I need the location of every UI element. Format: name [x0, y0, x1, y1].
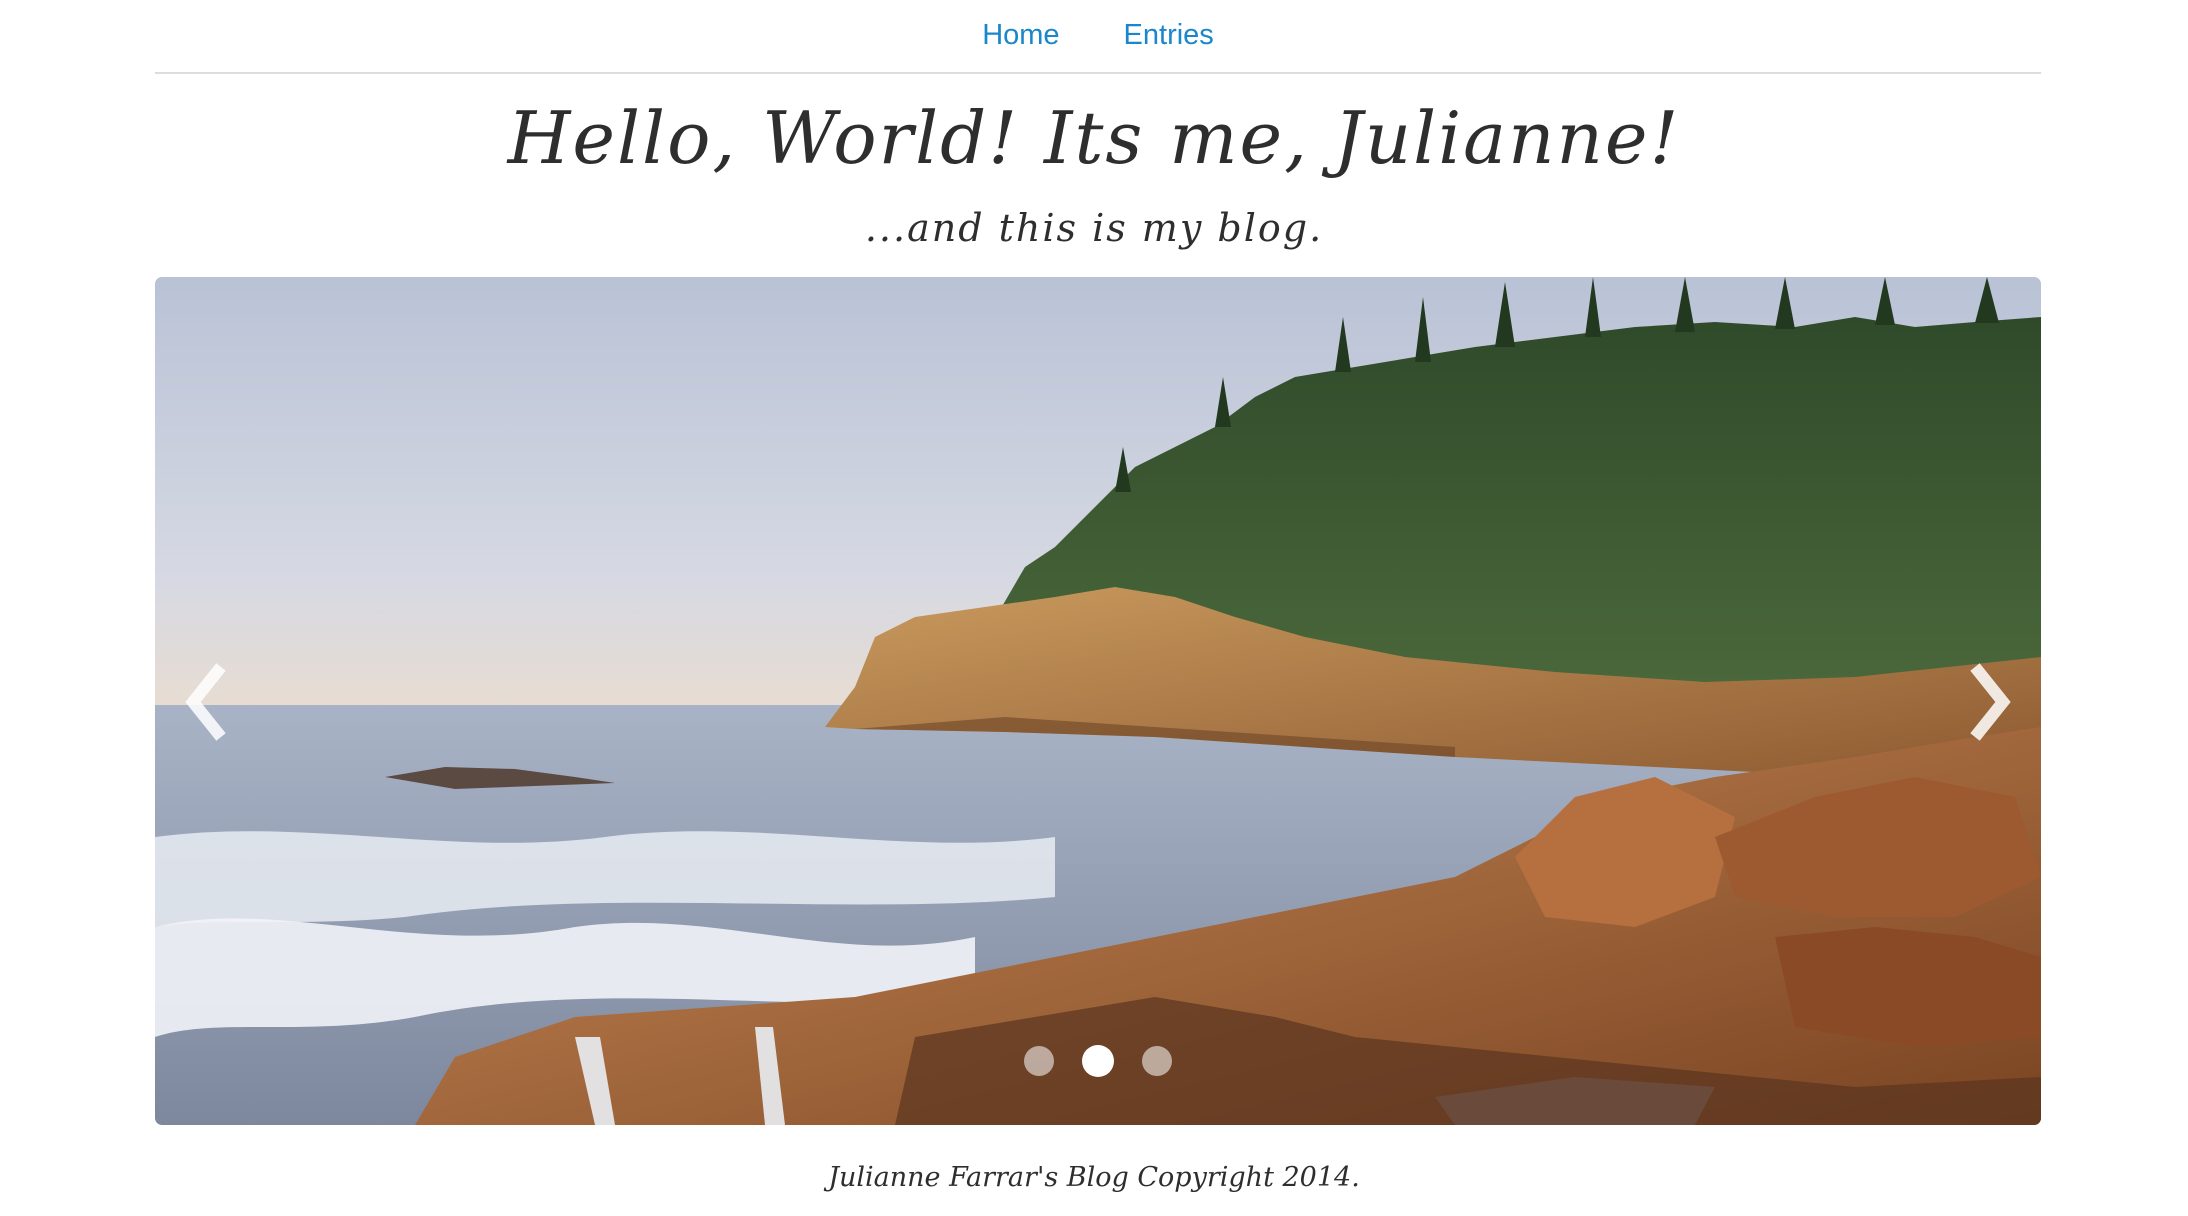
chevron-right-icon	[1970, 663, 2011, 741]
page-title: Hello, World! Its me, Julianne!	[507, 96, 1681, 180]
nav-link-entries[interactable]: Entries	[1124, 19, 1214, 54]
page-subtitle: ...and this is my blog.	[864, 206, 1324, 250]
footer-copyright: Julianne Farrar's Blog Copyright 2014.	[828, 1162, 1360, 1193]
carousel-indicator-1[interactable]	[1024, 1046, 1054, 1076]
carousel-indicators	[155, 1045, 2041, 1077]
carousel-prev-button[interactable]	[177, 657, 237, 747]
nav-link-home[interactable]: Home	[982, 19, 1059, 54]
image-carousel	[155, 277, 2041, 1125]
carousel-indicator-2[interactable]	[1082, 1045, 1114, 1077]
top-nav: Home Entries	[155, 0, 2041, 74]
carousel-next-button[interactable]	[1959, 657, 2019, 747]
chevron-left-icon	[185, 663, 226, 741]
carousel-indicator-3[interactable]	[1142, 1046, 1172, 1076]
slide-image	[155, 277, 2041, 1125]
